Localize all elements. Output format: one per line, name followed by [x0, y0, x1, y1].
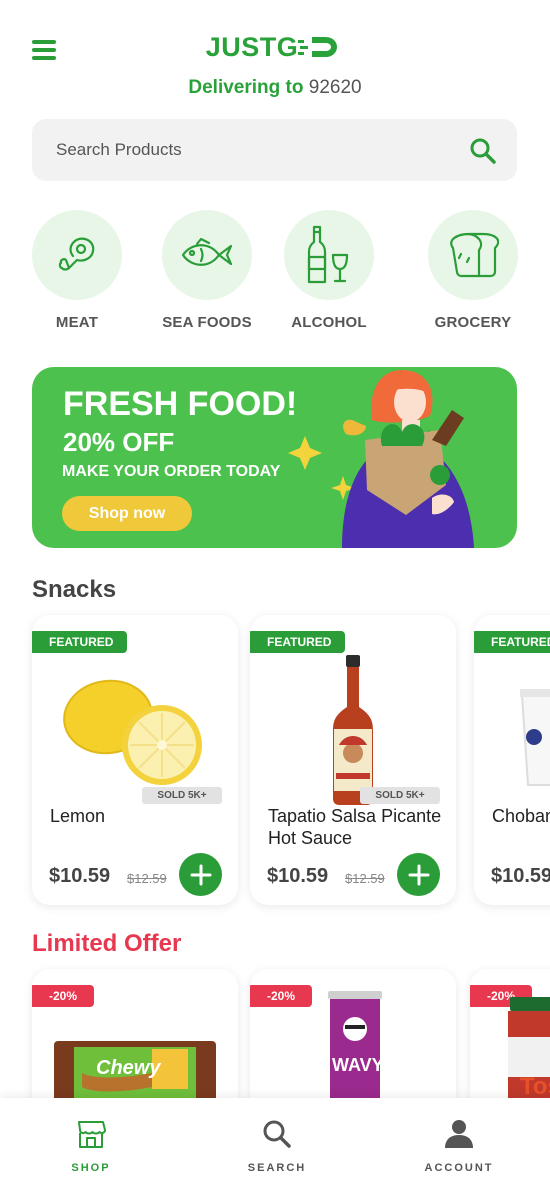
pringles-can-image — [328, 991, 382, 1098]
product-card[interactable]: -20% Tos — [470, 969, 550, 1098]
product-name: Chobani Yogurt — [492, 806, 550, 826]
bottle-icon — [307, 225, 349, 284]
category-list: MEAT SEA FOODS ALCOHOL GROCERY — [0, 210, 550, 340]
category-label: GROCERY — [434, 314, 512, 331]
delivery-location[interactable]: Delivering to 92620 — [0, 77, 550, 99]
category-meat[interactable]: MEAT — [12, 210, 142, 331]
search-icon — [263, 1120, 291, 1148]
add-to-cart-button[interactable] — [397, 853, 440, 896]
pringles-label: WAVY — [332, 1055, 384, 1075]
delivering-label: Delivering to — [188, 77, 304, 98]
product-card[interactable]: FEATURED Chobani Yogurt $10.59 — [474, 615, 550, 905]
product-name: Tapatio Salsa Picante Hot Sauce — [268, 806, 442, 848]
product-price: $10.59 — [49, 865, 111, 887]
category-circle — [284, 210, 374, 300]
category-circle — [32, 210, 122, 300]
snacks-carousel[interactable]: FEATURED SOLD 5K+ Lemon $10.59 $12.59 FE… — [0, 610, 550, 920]
category-grocery[interactable]: GROCERY — [408, 210, 538, 331]
product-card[interactable]: -20% WAVY — [250, 969, 456, 1098]
tab-account[interactable]: ACCOUNT — [384, 1098, 534, 1192]
limited-offer-section-title: Limited Offer — [32, 930, 182, 957]
banner-title: FRESH FOOD! — [63, 385, 298, 423]
add-to-cart-button[interactable] — [179, 853, 222, 896]
shop-now-button[interactable]: Shop now — [62, 496, 192, 531]
category-seafoods[interactable]: SEA FOODS — [142, 210, 272, 331]
promo-banner[interactable]: FRESH FOOD! 20% OFF MAKE YOUR ORDER TODA… — [32, 367, 517, 548]
product-old-price: $12.59 — [345, 871, 385, 886]
banner-subtitle: MAKE YOUR ORDER TODAY — [62, 463, 281, 480]
tab-search[interactable]: SEARCH — [202, 1098, 352, 1192]
user-icon — [445, 1120, 473, 1148]
meat-icon — [58, 237, 95, 271]
search-input[interactable] — [56, 119, 456, 181]
category-alcohol[interactable]: ALCOHOL — [264, 210, 394, 331]
category-label: ALCOHOL — [291, 314, 367, 331]
sold-count-badge: SOLD 5K+ — [142, 787, 222, 804]
product-name: Lemon — [50, 806, 106, 826]
product-old-price: $12.59 — [127, 871, 167, 886]
bread-icon — [450, 232, 499, 278]
tab-label: SHOP — [71, 1162, 111, 1174]
featured-badge: FEATURED — [250, 631, 346, 653]
hot-sauce-image — [333, 655, 373, 805]
featured-badge: FEATURED — [474, 631, 550, 653]
plus-icon — [190, 864, 211, 885]
yogurt-image — [520, 689, 550, 786]
limited-offer-carousel[interactable]: -20% Chewy -20% WAVY -20% Tos — [0, 964, 550, 1098]
fish-icon — [181, 237, 233, 266]
search-icon[interactable] — [469, 137, 497, 165]
category-circle — [162, 210, 252, 300]
product-card[interactable]: FEATURED SOLD 5K+ Tapatio Salsa Picante … — [250, 615, 456, 905]
product-price: $10.59 — [491, 865, 550, 887]
search-bar — [32, 119, 517, 181]
discount-badge: -20% — [250, 985, 312, 1007]
logo-go-mark — [298, 32, 344, 63]
category-label: MEAT — [55, 314, 99, 331]
sold-count-badge: SOLD 5K+ — [360, 787, 440, 804]
zip-code: 92620 — [308, 77, 362, 98]
snacks-section-title: Snacks — [32, 576, 117, 603]
granola-bar-label: Chewy — [96, 1057, 161, 1079]
tab-label: ACCOUNT — [424, 1162, 494, 1174]
lemon-image — [63, 679, 202, 785]
store-icon — [78, 1121, 106, 1148]
banner-illustration — [288, 370, 474, 548]
product-card[interactable]: -20% Chewy — [32, 969, 238, 1098]
featured-badge: FEATURED — [32, 631, 128, 653]
product-card[interactable]: FEATURED SOLD 5K+ Lemon $10.59 $12.59 — [32, 615, 238, 905]
category-label: SEA FOODS — [162, 314, 252, 331]
app-header: JUSTG Delivering to 92620 — [0, 0, 550, 110]
discount-badge: -20% — [32, 985, 94, 1007]
plus-icon — [408, 864, 429, 885]
salsa-label: Tos — [520, 1073, 550, 1098]
product-price: $10.59 — [267, 865, 329, 887]
bottom-tab-bar: SHOP SEARCH ACCOUNT — [0, 1098, 550, 1192]
category-circle — [428, 210, 518, 300]
tab-label: SEARCH — [247, 1162, 307, 1174]
banner-discount: 20% OFF — [63, 427, 175, 457]
app-logo: JUSTG — [0, 32, 550, 63]
tab-shop[interactable]: SHOP — [16, 1098, 166, 1192]
